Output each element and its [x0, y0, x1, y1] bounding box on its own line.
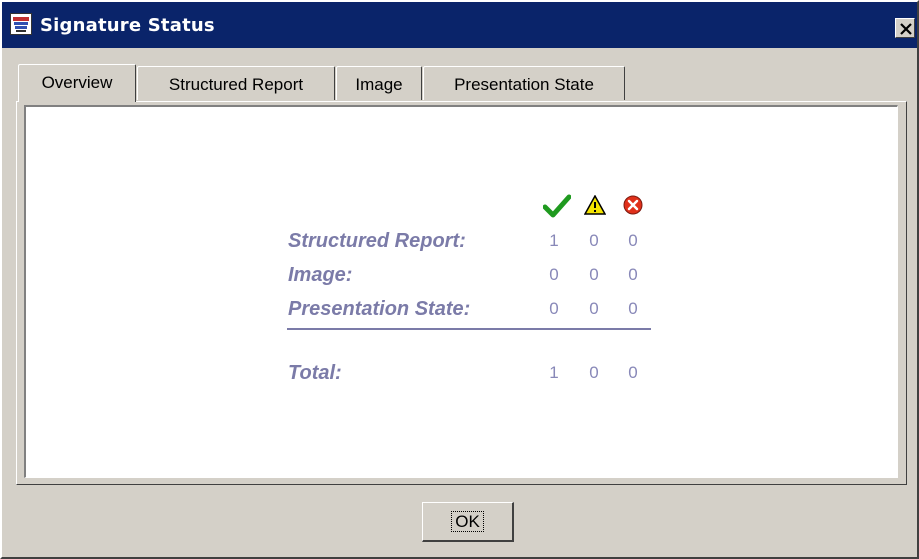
- signature-status-dialog: Signature Status Overview Structured Rep…: [0, 0, 919, 559]
- overview-content: [24, 105, 898, 478]
- total-valid: 1: [549, 363, 559, 382]
- count-warning-image: 0: [589, 265, 599, 284]
- count-error-structured-report: 0: [628, 231, 638, 250]
- error-icon: [623, 195, 643, 215]
- row-label-structured-report: Structured Report:: [288, 230, 466, 252]
- window-title: Signature Status: [40, 15, 215, 36]
- app-icon: [10, 13, 32, 35]
- tab-image[interactable]: Image: [336, 66, 422, 100]
- close-button[interactable]: [895, 18, 915, 38]
- row-label-presentation-state: Presentation State:: [288, 298, 471, 320]
- count-valid-presentation-state: 0: [549, 299, 559, 318]
- count-error-presentation-state: 0: [628, 299, 638, 318]
- count-error-image: 0: [628, 265, 638, 284]
- count-warning-presentation-state: 0: [589, 299, 599, 318]
- tab-overview[interactable]: Overview: [18, 64, 136, 102]
- count-valid-structured-report: 1: [549, 231, 559, 250]
- tab-structured-report[interactable]: Structured Report: [137, 66, 335, 100]
- ok-button[interactable]: OK: [422, 502, 514, 542]
- check-icon: [543, 194, 571, 218]
- tab-panel: [16, 101, 907, 485]
- count-valid-image: 0: [549, 265, 559, 284]
- close-icon: [900, 23, 912, 35]
- total-divider: [287, 328, 651, 330]
- row-label-total: Total:: [288, 362, 342, 384]
- count-warning-structured-report: 0: [589, 231, 599, 250]
- tab-presentation-state[interactable]: Presentation State: [423, 66, 625, 100]
- title-bar[interactable]: Signature Status: [2, 2, 917, 48]
- total-error: 0: [628, 363, 638, 382]
- row-label-image: Image:: [288, 264, 353, 286]
- ok-button-label: OK: [451, 510, 484, 532]
- total-warning: 0: [589, 363, 599, 382]
- warning-icon: [584, 195, 606, 215]
